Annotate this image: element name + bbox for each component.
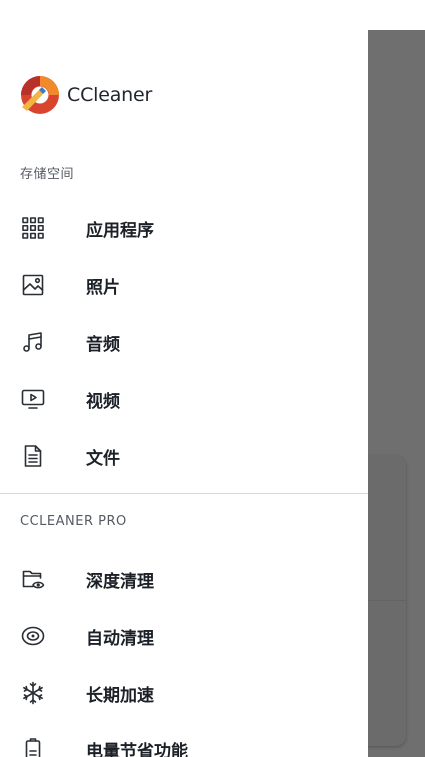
nav-item-label: 视频 <box>86 391 120 412</box>
nav-item-label: 电量节省功能 <box>86 741 188 757</box>
nav-item-label: 照片 <box>86 277 120 298</box>
section-divider <box>0 493 368 494</box>
nav-item-files[interactable]: 文件 <box>0 428 368 484</box>
nav-item-battery-saver[interactable]: 电量节省功能 <box>0 721 368 757</box>
nav-item-label: 长期加速 <box>86 685 154 706</box>
nav-item-audio[interactable]: 音频 <box>0 314 368 370</box>
nav-item-label: 音频 <box>86 334 120 355</box>
video-play-icon <box>21 387 45 411</box>
nav-item-apps[interactable]: 应用程序 <box>0 200 368 256</box>
folder-eye-icon <box>21 567 45 591</box>
auto-clean-icon <box>21 624 45 648</box>
brand-name: CCleaner <box>67 84 153 106</box>
nav-item-video[interactable]: 视频 <box>0 371 368 427</box>
navigation-drawer: CCleaner 存储空间 应用程序 照片 音频 视频 文件 CCLEANER … <box>0 0 368 757</box>
nav-item-label: 应用程序 <box>86 220 154 241</box>
nav-item-auto-clean[interactable]: 自动清理 <box>0 608 368 664</box>
nav-item-label: 自动清理 <box>86 628 154 649</box>
ccleaner-logo-icon <box>21 76 59 114</box>
nav-item-photos[interactable]: 照片 <box>0 257 368 313</box>
music-note-icon <box>21 330 45 354</box>
brand-logo: CCleaner <box>19 74 152 116</box>
nav-item-deep-clean[interactable]: 深度清理 <box>0 551 368 607</box>
snowflake-icon <box>21 681 45 705</box>
image-icon <box>21 273 45 297</box>
nav-item-long-term-boost[interactable]: 长期加速 <box>0 665 368 721</box>
nav-item-label: 文件 <box>86 448 120 469</box>
apps-grid-icon <box>21 216 45 240</box>
screen: CCleaner 存储空间 应用程序 照片 音频 视频 文件 CCLEANER … <box>0 0 425 757</box>
battery-icon <box>21 737 45 757</box>
section-title-storage: 存储空间 <box>20 167 75 182</box>
nav-item-label: 深度清理 <box>86 571 154 592</box>
document-icon <box>21 444 45 468</box>
section-title-pro: CCLEANER PRO <box>20 514 127 529</box>
